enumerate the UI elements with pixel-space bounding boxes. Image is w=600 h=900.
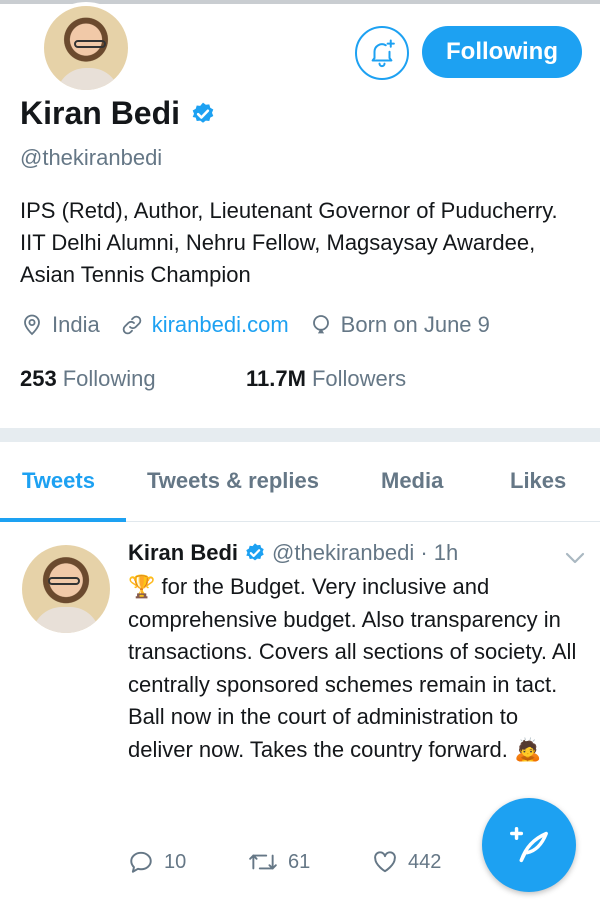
retweet-button[interactable]: 61 (248, 849, 372, 875)
like-button[interactable]: 442 (372, 849, 441, 875)
link-icon (122, 315, 141, 335)
profile-birthday: Born on June 9 (309, 312, 490, 338)
website-link[interactable]: kiranbedi.com (152, 312, 289, 338)
reply-icon (130, 851, 152, 873)
retweet-icon (249, 854, 277, 870)
profile-tabs: Tweets Tweets & replies Media Likes (0, 442, 600, 522)
following-label: Following (62, 366, 156, 391)
section-divider (0, 428, 600, 442)
followers-stat[interactable]: 11.7M Followers (246, 366, 406, 392)
profile-avatar[interactable] (40, 2, 132, 94)
avatar-glasses (48, 577, 80, 585)
tab-likes[interactable]: Likes (510, 468, 566, 494)
profile-name-row: Kiran Bedi (20, 95, 216, 132)
reply-count: 10 (164, 850, 187, 873)
bell-plus-icon (371, 39, 395, 68)
verified-badge-icon (246, 543, 264, 561)
avatar-shirt (32, 607, 100, 633)
notifications-toggle-button[interactable] (355, 26, 409, 80)
profile-website[interactable]: kiranbedi.com (120, 312, 289, 338)
tweet-handle-time: @thekiranbedi · 1h (272, 540, 459, 565)
profile-handle: @thekiranbedi (20, 145, 163, 170)
like-count: 442 (408, 850, 442, 873)
location-pin-icon (24, 314, 40, 336)
following-count: 253 (20, 366, 57, 391)
tweet-actions: 10 61 442 (128, 849, 441, 875)
retweet-count: 61 (288, 850, 311, 873)
tab-media[interactable]: Media (381, 468, 443, 494)
chevron-down-icon[interactable] (564, 551, 586, 565)
profile-bio: IPS (Retd), Author, Lieutenant Governor … (20, 198, 558, 287)
verified-badge-icon (192, 102, 214, 123)
birthday-text: Born on June 9 (340, 312, 490, 337)
location-text: India (52, 312, 100, 337)
tweet-text: 🏆 for the Budget. Very inclusive and com… (128, 574, 577, 762)
profile-meta: India kiranbedi.com Born on June 9 (20, 312, 510, 338)
compose-tweet-icon (510, 826, 548, 863)
followers-label: Followers (311, 366, 407, 391)
compose-tweet-button[interactable] (482, 798, 576, 892)
profile-name: Kiran Bedi (20, 95, 181, 131)
tab-tweets-replies[interactable]: Tweets & replies (147, 468, 319, 494)
tweet-header: Kiran Bedi @thekiranbedi · 1h (128, 540, 458, 566)
avatar-glasses (74, 40, 106, 48)
tab-tweets[interactable]: Tweets (22, 468, 95, 494)
following-stat[interactable]: 253 Following (20, 366, 246, 392)
profile-stats: 253 Following 11.7M Followers (20, 366, 406, 392)
tweet-author-name[interactable]: Kiran Bedi (128, 540, 238, 566)
birthday-balloon-icon (312, 315, 329, 334)
followers-count: 11.7M (246, 366, 306, 391)
reply-button[interactable]: 10 (128, 849, 248, 875)
profile-location: India (20, 312, 100, 338)
active-tab-indicator (0, 518, 126, 522)
avatar-shirt (56, 68, 120, 90)
tweet-avatar[interactable] (22, 545, 110, 633)
like-heart-icon (374, 851, 396, 873)
following-button[interactable]: Following (422, 26, 582, 78)
